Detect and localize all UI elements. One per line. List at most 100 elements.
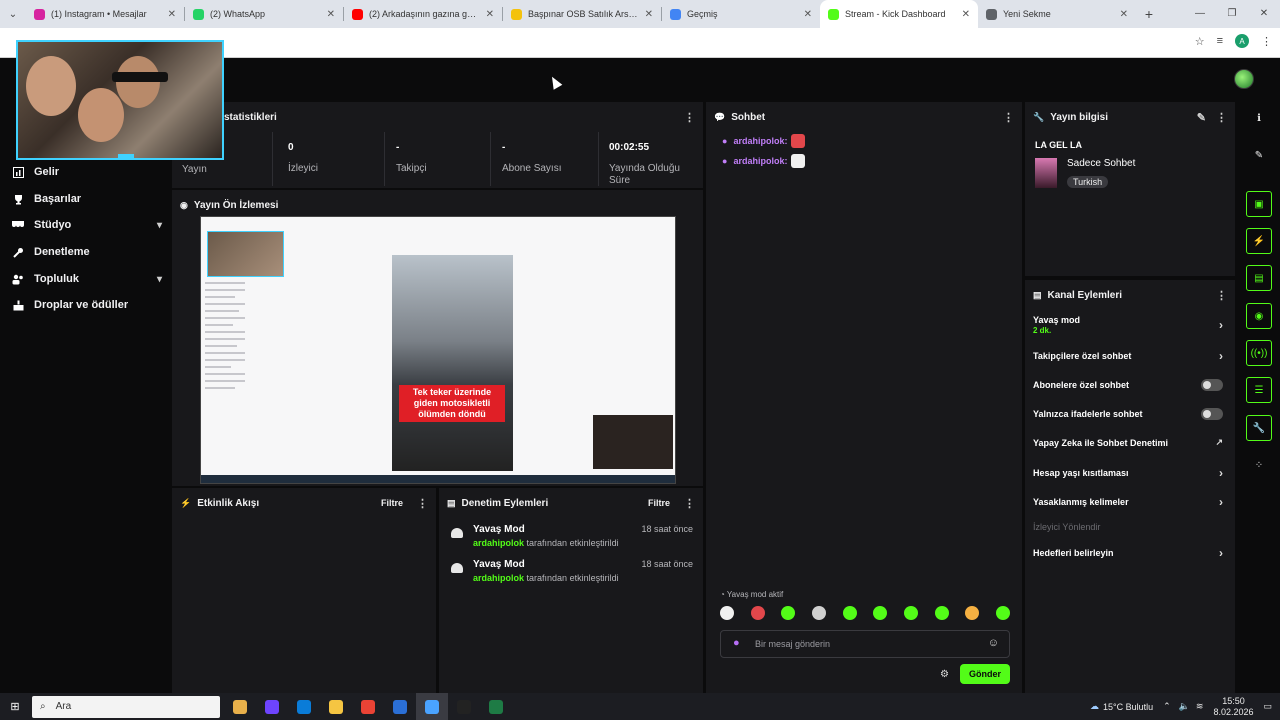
emotes-only-toggle[interactable] (1201, 408, 1223, 420)
media-control-icon[interactable]: ≡ (1217, 35, 1223, 47)
emoji-icon[interactable]: ☺ (988, 637, 999, 649)
document-widget-icon[interactable]: ▤ (1246, 265, 1272, 291)
taskbar-app-icon[interactable] (448, 693, 480, 720)
sidebar-item-studyo[interactable]: Stüdyo ▾ (12, 219, 162, 231)
chat-username[interactable]: ardahipolok: (733, 156, 787, 166)
close-tab-icon[interactable]: ✕ (168, 9, 176, 20)
stat-subscribers: - Abone Sayısı (502, 142, 562, 174)
close-tab-icon[interactable]: ✕ (327, 9, 335, 20)
browser-menu-icon[interactable]: ⋮ (1261, 35, 1272, 48)
browser-tab[interactable]: (1) Instagram • Mesajlar ✕ (26, 0, 184, 28)
taskbar-app-icon[interactable] (256, 693, 288, 720)
channel-action-slow-mode[interactable]: Yavaş mod 2 dk. › (1033, 315, 1223, 335)
info-icon[interactable]: ℹ (1246, 105, 1272, 131)
wifi-icon[interactable]: ≋ (1196, 701, 1204, 712)
browser-tab[interactable]: Stream - Kick Dashboard ✕ (820, 0, 978, 28)
browser-tab[interactable]: Yeni Sekme ✕ (978, 0, 1136, 28)
close-tab-icon[interactable]: ✕ (1120, 9, 1128, 20)
kebab-menu-icon[interactable]: ⋮ (1003, 111, 1014, 124)
close-tab-icon[interactable]: ✕ (486, 9, 494, 20)
channel-action-goals[interactable]: Hedefleri belirleyin › (1033, 546, 1223, 560)
filter-button[interactable]: Filtre (381, 498, 403, 508)
send-button[interactable]: Gönder (960, 664, 1010, 684)
tab-favicon-icon (986, 8, 997, 20)
taskbar-app-icon[interactable] (288, 693, 320, 720)
tab-title: Başpınar OSB Satılık Arsa İlanları (528, 9, 639, 19)
wrench-widget-icon[interactable]: 🔧 (1246, 415, 1272, 441)
emote-icon[interactable] (903, 606, 918, 620)
taskbar-app-icon[interactable] (352, 693, 384, 720)
clock[interactable]: 15:50 8.02.2026 (1213, 696, 1253, 718)
kebab-menu-icon[interactable]: ⋮ (1216, 111, 1227, 124)
channel-action-followers-only[interactable]: Takipçilere özel sohbet › (1033, 349, 1223, 363)
channel-action-ai-moderation[interactable]: Yapay Zeka ile Sohbet Denetimi ↗ (1033, 437, 1223, 448)
add-widget-icon[interactable]: ⁘ (1246, 452, 1272, 478)
channel-action-subscribers-only: Abonelere özel sohbet (1033, 379, 1223, 391)
taskbar-app-icon[interactable] (320, 693, 352, 720)
new-tab-button[interactable]: + (1136, 6, 1162, 22)
close-tab-icon[interactable]: ✕ (962, 9, 970, 20)
user-avatar[interactable] (1234, 69, 1254, 89)
emote-icon[interactable] (811, 606, 826, 620)
speaker-icon[interactable]: 🔈 (1179, 701, 1190, 712)
emote-icon[interactable] (781, 606, 796, 620)
edit-pencil-icon[interactable]: ✎ (1197, 111, 1206, 124)
sidebar-item-topluluk[interactable]: Topluluk ▾ (12, 273, 162, 285)
emote-icon[interactable] (995, 606, 1010, 620)
restore-icon[interactable]: ❐ (1216, 0, 1248, 28)
stream-title: LA GEL LA (1035, 140, 1082, 150)
subscribers-only-toggle[interactable] (1201, 379, 1223, 391)
sidebar-item-basarilar[interactable]: Başarılar (12, 193, 162, 205)
emote-icon[interactable] (934, 606, 949, 620)
browser-tab[interactable]: Başpınar OSB Satılık Arsa İlanları ✕ (503, 0, 661, 28)
tray-chevron-icon[interactable]: ⌃ (1163, 701, 1171, 712)
edit-pencil-icon[interactable]: ✎ (1246, 142, 1272, 168)
stream-preview-video[interactable]: Tek teker üzerinde giden motosikletli öl… (200, 216, 676, 484)
sidebar-item-droplar[interactable]: Droplar ve ödüller (12, 299, 162, 311)
notification-icon[interactable]: ▭ (1263, 701, 1272, 712)
emote-icon[interactable] (842, 606, 857, 620)
tab-search-icon[interactable]: ⌄ (0, 0, 26, 28)
emote-icon[interactable] (873, 606, 888, 620)
chat-username[interactable]: ardahipolok: (733, 136, 787, 146)
browser-tab[interactable]: Geçmiş ✕ (662, 0, 820, 28)
chat-input[interactable]: ● Bir mesaj gönderin ☺ (720, 630, 1010, 658)
snail-icon (451, 528, 463, 538)
lightning-widget-icon[interactable]: ⚡ (1246, 228, 1272, 254)
taskbar-app-icon[interactable] (224, 693, 256, 720)
close-tab-icon[interactable]: ✕ (804, 9, 812, 20)
channel-action-account-age[interactable]: Hesap yaşı kısıtlaması › (1033, 466, 1223, 480)
emote-icon[interactable] (720, 606, 734, 620)
weather-text[interactable]: 15°C Bulutlu (1103, 702, 1153, 712)
kebab-menu-icon[interactable]: ⋮ (684, 497, 695, 510)
windows-start-icon[interactable]: ⊞ (0, 700, 30, 713)
tab-title: Yeni Sekme (1003, 9, 1051, 19)
sidebar-item-gelir[interactable]: Gelir (12, 166, 162, 178)
layout-widget-icon[interactable]: ☰ (1246, 377, 1272, 403)
tab-title: Stream - Kick Dashboard (845, 9, 946, 19)
stream-info-widget-icon[interactable]: ▣ (1246, 191, 1272, 217)
bookmark-star-icon[interactable]: ☆ (1195, 35, 1205, 48)
close-tab-icon[interactable]: ✕ (645, 9, 653, 20)
taskbar-app-icon[interactable] (480, 693, 512, 720)
browser-tab[interactable]: (2) WhatsApp ✕ (185, 0, 343, 28)
gear-icon[interactable]: ⚙ (940, 669, 949, 680)
chat-widget-icon[interactable]: ◉ (1246, 303, 1272, 329)
taskbar-app-icon[interactable] (384, 693, 416, 720)
taskbar-search[interactable]: ⌕ Ara (32, 695, 220, 718)
kebab-menu-icon[interactable]: ⋮ (1216, 289, 1227, 302)
list-item: Yavaş Mod ardahipolok tarafından etkinle… (449, 559, 693, 589)
channel-action-banned-words[interactable]: Yasaklanmış kelimeler › (1033, 495, 1223, 509)
kebab-menu-icon[interactable]: ⋮ (684, 111, 695, 124)
minimize-icon[interactable]: — (1184, 0, 1216, 28)
emote-icon[interactable] (750, 606, 765, 620)
account-avatar[interactable]: A (1235, 34, 1249, 48)
browser-tab[interactable]: (2) Arkadaşının gazına gelen... ✕ (344, 0, 502, 28)
filter-button[interactable]: Filtre (648, 498, 670, 508)
close-window-icon[interactable]: ✕ (1248, 0, 1280, 28)
sidebar-item-denetleme[interactable]: Denetleme (12, 246, 162, 258)
kebab-menu-icon[interactable]: ⋮ (417, 497, 428, 510)
emote-icon[interactable] (965, 606, 980, 620)
broadcast-widget-icon[interactable]: ((•)) (1246, 340, 1272, 366)
taskbar-app-icon[interactable] (416, 693, 448, 720)
